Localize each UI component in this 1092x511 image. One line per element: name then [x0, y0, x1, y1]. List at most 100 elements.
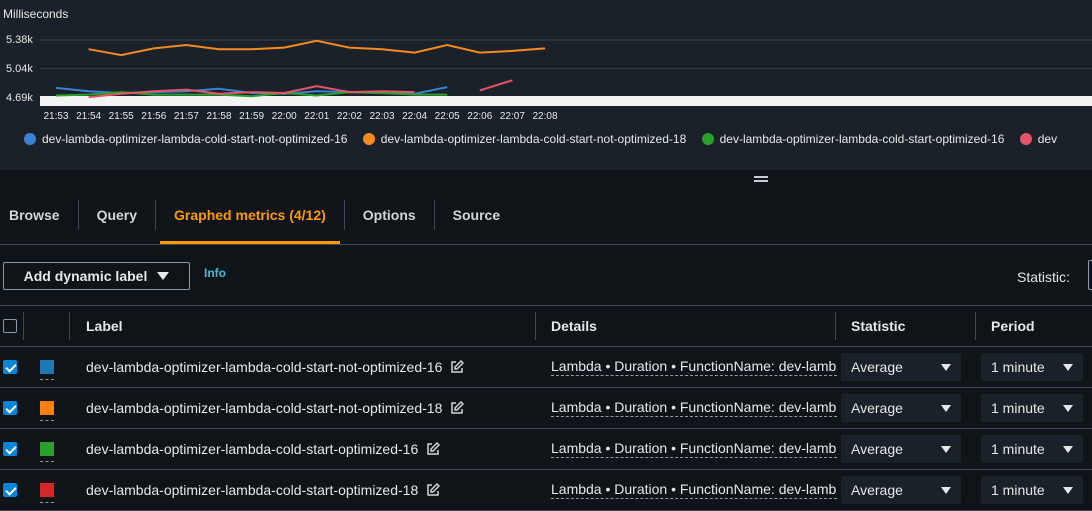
resize-handle[interactable] — [754, 176, 768, 182]
edit-icon[interactable] — [450, 360, 465, 374]
caret-down-icon — [157, 272, 170, 280]
metric-label: dev-lambda-optimizer-lambda-cold-start-o… — [86, 482, 419, 498]
tab-source[interactable]: Source — [435, 186, 518, 244]
caret-down-icon — [1063, 445, 1073, 453]
period-value: 1 minute — [991, 400, 1045, 416]
period-dropdown[interactable]: 1 minute — [981, 353, 1083, 381]
row-checkbox[interactable] — [3, 483, 17, 497]
tab-bar: Browse Query Graphed metrics (4/12) Opti… — [0, 186, 1092, 245]
line-chart[interactable]: 21:53 21:54 21:55 21:56 21:57 21:58 21:59 22:00… — [0, 0, 1092, 130]
column-header-label[interactable]: Label — [86, 306, 123, 346]
caret-down-icon — [941, 445, 951, 453]
x-tick-label: 21:53 — [43, 111, 68, 122]
caret-down-icon — [941, 486, 951, 494]
statistic-dropdown[interactable]: Average — [841, 353, 961, 381]
column-divider — [23, 312, 24, 340]
select-all-checkbox[interactable] — [3, 319, 17, 333]
legend-item[interactable]: dev-lambda-optimizer-lambda-cold-start-n… — [362, 132, 687, 146]
statistic-value: Average — [851, 400, 903, 416]
row-checkbox[interactable] — [3, 442, 17, 456]
metric-label: dev-lambda-optimizer-lambda-cold-start-n… — [86, 400, 443, 416]
add-dynamic-label-button[interactable]: Add dynamic label — [3, 262, 190, 290]
x-tick-label: 22:05 — [435, 111, 460, 122]
legend-swatch — [701, 133, 714, 145]
series-color-swatch[interactable] — [40, 360, 54, 380]
x-tick-label: 22:02 — [337, 111, 362, 122]
caret-down-icon — [1063, 404, 1073, 412]
x-tick-label: 22:08 — [532, 111, 557, 122]
edit-icon[interactable] — [426, 483, 441, 497]
metric-details[interactable]: Lambda • Duration • FunctionName: dev-la… — [551, 399, 837, 417]
table-row: dev-lambda-optimizer-lambda-cold-start-n… — [0, 347, 1092, 388]
column-divider — [835, 312, 836, 340]
period-value: 1 minute — [991, 482, 1045, 498]
column-header-statistic[interactable]: Statistic — [851, 306, 905, 346]
x-tick-label: 22:06 — [467, 111, 492, 122]
x-tick-label: 21:56 — [141, 111, 166, 122]
statistic-value: Average — [851, 482, 903, 498]
metric-label: dev-lambda-optimizer-lambda-cold-start-o… — [86, 441, 419, 457]
x-tick-label: 22:07 — [500, 111, 525, 122]
series-color-swatch[interactable] — [40, 483, 54, 503]
series-line[interactable] — [88, 39, 546, 57]
tab-graphed-metrics[interactable]: Graphed metrics (4/12) — [156, 186, 344, 244]
period-dropdown[interactable]: 1 minute — [981, 394, 1083, 422]
statistic-value: Average — [851, 441, 903, 457]
legend-label: dev-lambda-optimizer-lambda-cold-start-n… — [380, 132, 687, 146]
x-tick-label: 22:03 — [369, 111, 394, 122]
caret-down-icon — [941, 363, 951, 371]
edit-icon[interactable] — [426, 442, 441, 456]
table-row: dev-lambda-optimizer-lambda-cold-start-o… — [0, 429, 1092, 470]
legend-label: dev — [1037, 132, 1058, 146]
x-tick-label: 21:54 — [76, 111, 101, 122]
series-color-swatch[interactable] — [40, 401, 54, 421]
legend-item[interactable]: dev-lambda-optimizer-lambda-cold-start-o… — [701, 132, 1004, 146]
column-header-period[interactable]: Period — [991, 306, 1035, 346]
legend-swatch — [362, 133, 375, 145]
statistic-label: Statistic: — [1017, 269, 1070, 285]
x-tick-label: 21:59 — [239, 111, 264, 122]
x-tick-label: 22:00 — [272, 111, 297, 122]
tab-options[interactable]: Options — [345, 186, 434, 244]
edit-icon[interactable] — [450, 401, 465, 415]
legend-label: dev-lambda-optimizer-lambda-cold-start-n… — [42, 132, 348, 146]
metrics-toolbar: Add dynamic label Info Statistic: — [0, 245, 1092, 306]
caret-down-icon — [1063, 486, 1073, 494]
statistic-dropdown[interactable]: Average — [841, 435, 961, 463]
x-tick-label: 21:57 — [174, 111, 199, 122]
table-row: dev-lambda-optimizer-lambda-cold-start-o… — [0, 470, 1092, 511]
table-header-row: Label Details Statistic Period — [0, 306, 1092, 347]
metric-details[interactable]: Lambda • Duration • FunctionName: dev-la… — [551, 440, 837, 458]
column-divider — [69, 312, 70, 340]
chart-legend: dev-lambda-optimizer-lambda-cold-start-n… — [24, 132, 1092, 150]
period-value: 1 minute — [991, 359, 1045, 375]
period-value: 1 minute — [991, 441, 1045, 457]
statistic-dropdown[interactable]: Average — [841, 394, 961, 422]
legend-item[interactable]: dev-lambda-optimizer-lambda-cold-start-n… — [24, 132, 347, 146]
legend-swatch — [1019, 133, 1032, 145]
x-tick-label: 21:58 — [206, 111, 231, 122]
tab-query[interactable]: Query — [79, 186, 155, 244]
column-divider — [535, 312, 536, 340]
legend-swatch — [24, 133, 36, 145]
row-checkbox[interactable] — [3, 401, 17, 415]
metric-label: dev-lambda-optimizer-lambda-cold-start-n… — [86, 359, 443, 375]
caret-down-icon — [941, 404, 951, 412]
info-link[interactable]: Info — [204, 266, 226, 280]
metric-details[interactable]: Lambda • Duration • FunctionName: dev-la… — [551, 358, 837, 376]
x-tick-label: 22:01 — [304, 111, 329, 122]
caret-down-icon — [1063, 363, 1073, 371]
metric-details[interactable]: Lambda • Duration • FunctionName: dev-la… — [551, 481, 837, 499]
tab-browse[interactable]: Browse — [0, 186, 78, 244]
x-axis-band — [40, 96, 1092, 106]
statistic-value: Average — [851, 359, 903, 375]
x-tick-label: 21:55 — [109, 111, 134, 122]
statistic-select[interactable] — [1088, 260, 1092, 290]
period-dropdown[interactable]: 1 minute — [981, 435, 1083, 463]
legend-item[interactable]: dev — [1019, 132, 1058, 146]
column-header-details[interactable]: Details — [551, 306, 597, 346]
graphed-metrics-table: Label Details Statistic Period dev-lambd… — [0, 306, 1092, 511]
series-color-swatch[interactable] — [40, 442, 54, 462]
row-checkbox[interactable] — [3, 360, 17, 374]
add-dynamic-label-text: Add dynamic label — [23, 268, 148, 284]
